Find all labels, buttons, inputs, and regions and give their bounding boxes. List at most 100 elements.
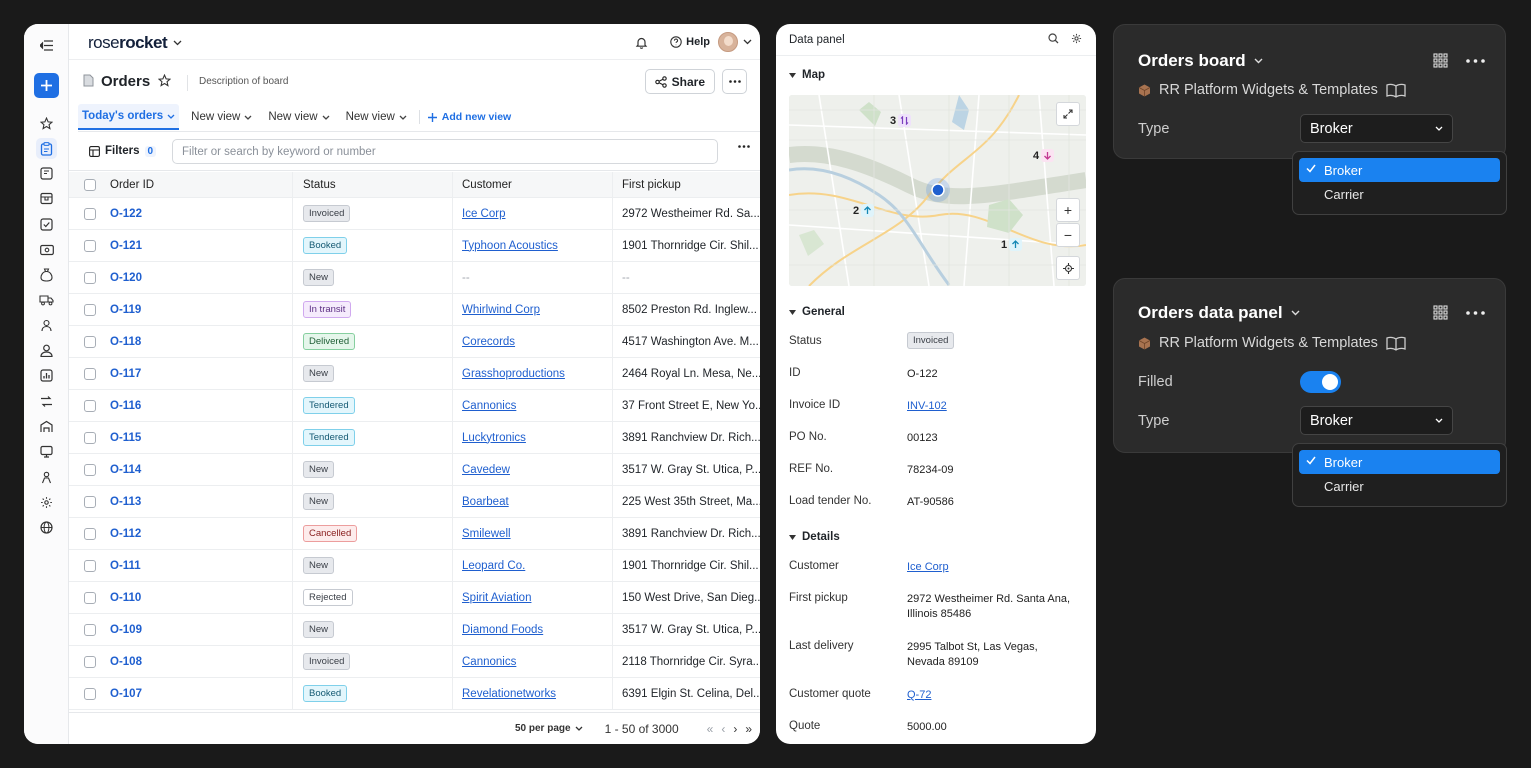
table-row[interactable]: O-122 Invoiced Ice Corp 2972 Westheimer Rd.… — [69, 198, 760, 230]
inventory-box-icon[interactable] — [36, 188, 57, 209]
row-checkbox[interactable] — [83, 687, 96, 700]
order-id-link[interactable]: O-112 — [110, 518, 293, 549]
last-page-icon[interactable]: » — [745, 722, 752, 736]
table-row[interactable]: O-121 Booked Typhoon Acoustics 1901 Thornri… — [69, 230, 760, 262]
fleet-truck-icon[interactable] — [36, 289, 57, 310]
filters-button[interactable]: Filters 0 — [89, 145, 157, 157]
order-id-link[interactable]: O-111 — [110, 550, 293, 581]
help-circle-icon[interactable] — [670, 36, 682, 48]
column-header-first-pickup[interactable]: First pickup — [613, 172, 760, 197]
view-tab[interactable]: Today's orders — [78, 104, 180, 130]
order-id-link[interactable]: O-110 — [110, 582, 293, 613]
table-row[interactable]: O-117 New Grasshoproductions 2464 Royal Ln.… — [69, 358, 760, 390]
customer-link[interactable]: Spirit Aviation — [462, 592, 531, 604]
row-checkbox[interactable] — [83, 527, 96, 540]
row-checkbox[interactable] — [83, 431, 96, 444]
view-tab[interactable]: New view — [264, 104, 333, 130]
ellipsis-icon[interactable] — [738, 145, 750, 148]
collapse-menu-icon[interactable] — [36, 35, 57, 56]
star-icon[interactable] — [158, 74, 171, 87]
field-value-link[interactable]: Q-72 — [907, 688, 1077, 703]
map-section-toggle[interactable]: Map — [789, 69, 825, 81]
next-page-icon[interactable]: › — [733, 722, 737, 736]
filter-search-input[interactable] — [172, 139, 718, 164]
order-id-link[interactable]: O-118 — [110, 326, 293, 357]
per-page-select[interactable]: 50 per page — [515, 723, 583, 734]
add-new-view-button[interactable]: Add new view — [427, 104, 511, 130]
order-id-link[interactable]: O-119 — [110, 294, 293, 325]
zoom-out-icon[interactable]: − — [1056, 223, 1080, 247]
gear-icon[interactable] — [1071, 33, 1082, 44]
dropdown-option-broker[interactable]: Broker — [1299, 450, 1500, 474]
drivers-icon[interactable] — [36, 315, 57, 336]
orders-data-panel-type-select[interactable]: Broker — [1300, 406, 1453, 435]
filled-toggle[interactable] — [1300, 371, 1341, 393]
prev-page-icon[interactable]: ‹ — [721, 722, 725, 736]
book-icon[interactable] — [1386, 83, 1406, 98]
customer-link[interactable]: Revelationetworks — [462, 688, 556, 700]
create-new-button[interactable] — [34, 73, 59, 98]
search-icon[interactable] — [1048, 33, 1059, 44]
row-checkbox[interactable] — [83, 271, 96, 284]
order-id-link[interactable]: O-115 — [110, 422, 293, 453]
row-checkbox[interactable] — [83, 207, 96, 220]
view-tab[interactable]: New view — [187, 104, 256, 130]
row-checkbox[interactable] — [83, 367, 96, 380]
grid-icon[interactable] — [1433, 53, 1448, 68]
ellipsis-icon[interactable] — [1466, 58, 1485, 63]
order-id-link[interactable]: O-122 — [110, 198, 293, 229]
order-id-link[interactable]: O-107 — [110, 678, 293, 709]
help-link[interactable]: Help — [686, 36, 710, 48]
order-id-link[interactable]: O-114 — [110, 454, 293, 485]
customer-link[interactable]: Boarbeat — [462, 496, 509, 508]
table-row[interactable]: O-116 Tendered Cannonics 37 Front Street E,… — [69, 390, 760, 422]
table-row[interactable]: O-109 New Diamond Foods 3517 W. Gray St. Ut… — [69, 614, 760, 646]
row-checkbox[interactable] — [83, 463, 96, 476]
book-icon[interactable] — [1386, 336, 1406, 351]
dropdown-option-broker[interactable]: Broker — [1299, 158, 1500, 182]
column-header-status[interactable]: Status — [293, 172, 453, 197]
chevron-down-icon[interactable] — [743, 39, 752, 45]
ellipsis-icon[interactable] — [1466, 310, 1485, 315]
map-pin-3[interactable]: 3 — [890, 114, 912, 127]
map-pin-1[interactable]: 1 — [1001, 238, 1023, 251]
table-row[interactable]: O-119 In transit Whirlwind Corp 8502 Presto… — [69, 294, 760, 326]
billing-cash-icon[interactable] — [36, 239, 57, 260]
table-row[interactable]: O-107 Booked Revelationetworks 6391 Elgin S… — [69, 678, 760, 710]
customer-link[interactable]: Diamond Foods — [462, 624, 543, 636]
tasks-check-icon[interactable] — [36, 214, 57, 235]
orders-board-title[interactable]: Orders board — [1138, 51, 1263, 71]
order-id-link[interactable]: O-120 — [110, 262, 293, 293]
details-section-toggle[interactable]: Details — [789, 531, 840, 543]
order-id-link[interactable]: O-116 — [110, 390, 293, 421]
row-checkbox[interactable] — [83, 495, 96, 508]
field-value-link[interactable]: Ice Corp — [907, 560, 1077, 575]
order-id-link[interactable]: O-117 — [110, 358, 293, 389]
order-id-link[interactable]: O-121 — [110, 230, 293, 261]
orders-board-type-select[interactable]: Broker — [1300, 114, 1453, 143]
transfers-icon[interactable] — [36, 391, 57, 412]
dropdown-option-carrier[interactable]: Carrier — [1299, 474, 1500, 498]
row-checkbox[interactable] — [83, 655, 96, 668]
orders-data-panel-title[interactable]: Orders data panel — [1138, 303, 1300, 323]
first-page-icon[interactable]: « — [707, 722, 714, 736]
customer-link[interactable]: Whirlwind Corp — [462, 304, 540, 316]
row-checkbox[interactable] — [83, 303, 96, 316]
customer-link[interactable]: Luckytronics — [462, 432, 526, 444]
table-row[interactable]: O-114 New Cavedew 3517 W. Gray St. Utica, P… — [69, 454, 760, 486]
row-checkbox[interactable] — [83, 591, 96, 604]
dropdown-option-carrier[interactable]: Carrier — [1299, 182, 1500, 206]
contacts-user-icon[interactable] — [36, 340, 57, 361]
rose-rocket-logo[interactable]: roserocket — [88, 33, 182, 53]
row-checkbox[interactable] — [83, 335, 96, 348]
column-header-customer[interactable]: Customer — [453, 172, 613, 197]
reports-chart-icon[interactable] — [36, 365, 57, 386]
table-row[interactable]: O-120 New -- -- — [69, 262, 760, 294]
map-pin-4[interactable]: 4 — [1033, 149, 1055, 162]
table-row[interactable]: O-110 Rejected Spirit Aviation 150 West Dri… — [69, 582, 760, 614]
more-options-button[interactable] — [722, 69, 747, 94]
table-row[interactable]: O-112 Cancelled Smilewell 3891 Ranchview Dr… — [69, 518, 760, 550]
customer-link[interactable]: Cannonics — [462, 656, 516, 668]
grid-icon[interactable] — [1433, 305, 1448, 320]
row-checkbox[interactable] — [83, 239, 96, 252]
